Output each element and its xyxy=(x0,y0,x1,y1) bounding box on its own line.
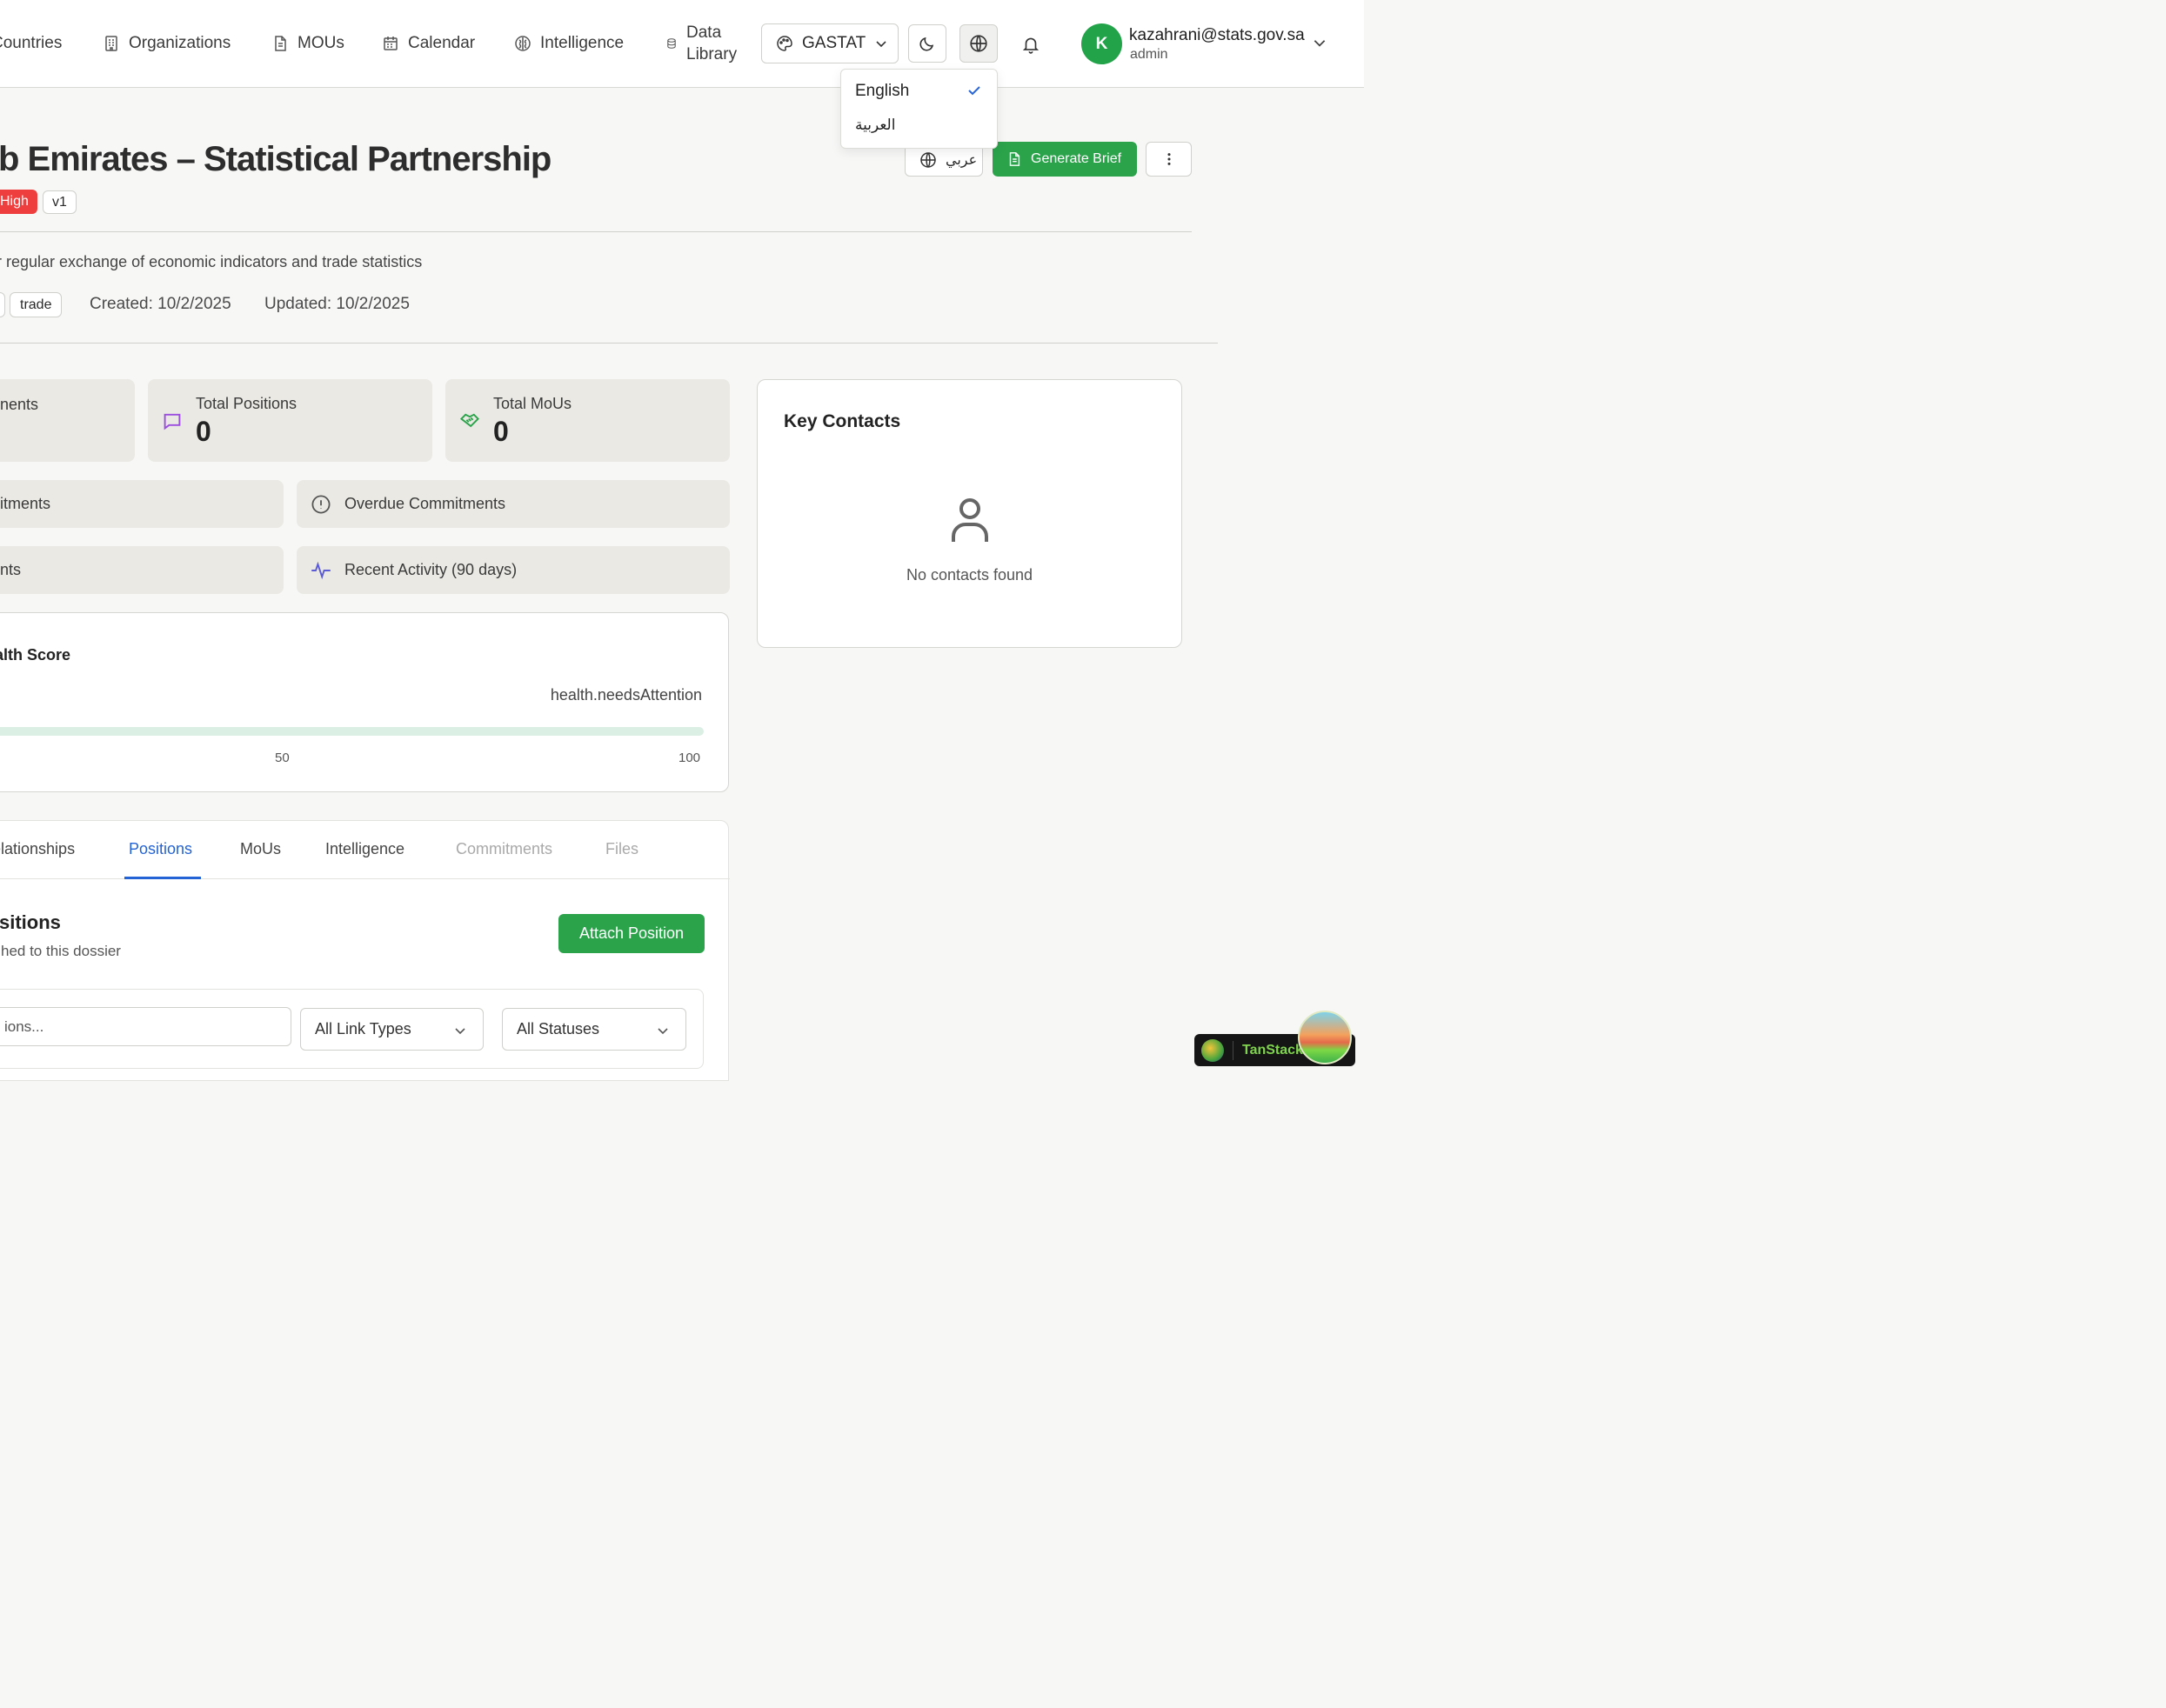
alert-circle-icon xyxy=(311,495,331,514)
chevron-down-icon xyxy=(658,1028,668,1035)
tab-positions[interactable]: Positions xyxy=(129,840,192,858)
key-contacts-card: Key Contacts No contacts found xyxy=(757,379,1182,648)
nav-data-library[interactable]: Data Library xyxy=(665,0,737,87)
nav-countries[interactable]: Countries xyxy=(0,0,62,87)
document-icon xyxy=(1009,152,1020,166)
language-toggle[interactable] xyxy=(959,24,998,63)
message-square-icon xyxy=(164,413,181,430)
calendar-icon xyxy=(384,37,398,50)
nav-label: Countries xyxy=(0,34,63,52)
arabic-label: عربي xyxy=(946,152,978,168)
link-type-select[interactable]: All Link Types xyxy=(300,1008,484,1051)
nav-label: Data Library xyxy=(686,23,738,63)
bell-icon xyxy=(1022,37,1040,54)
building-icon xyxy=(105,36,117,51)
theme-selector-button[interactable]: GASTAT xyxy=(761,23,899,63)
key-contacts-title: Key Contacts xyxy=(784,411,901,431)
stat-card-total-positions: Total Positions 0 xyxy=(148,379,432,462)
database-icon xyxy=(667,38,676,49)
check-icon xyxy=(968,86,980,96)
language-option-english[interactable]: English xyxy=(855,82,909,101)
no-contacts-message: No contacts found xyxy=(906,566,1033,584)
activity-icon xyxy=(311,561,331,580)
tag-chip xyxy=(0,292,5,317)
nav-label: MOUs xyxy=(297,34,344,52)
health-score-title: Health Score xyxy=(0,646,71,664)
more-vertical-icon xyxy=(1167,153,1171,165)
nav-mous[interactable]: MOUs xyxy=(271,0,344,87)
dark-mode-toggle[interactable] xyxy=(908,24,946,63)
positions-filter-bar: ions... All Link Types All Statuses xyxy=(0,989,704,1069)
user-icon xyxy=(952,498,988,542)
stat-card-documents: nents xyxy=(0,379,135,462)
positions-search-input[interactable]: ions... xyxy=(0,1007,291,1046)
more-options-button[interactable] xyxy=(1146,142,1192,177)
top-navigation-bar: Countries Organizations MOUs Calendar In… xyxy=(0,0,1364,88)
created-date: Created: 10/2/2025 xyxy=(90,295,231,313)
theme-label: GASTAT xyxy=(802,34,866,52)
health-status: health.needsAttention xyxy=(550,686,702,704)
tab-mous[interactable]: MoUs xyxy=(240,840,281,858)
brain-icon xyxy=(515,36,531,51)
stat-card-overdue-commitments: Overdue Commitments xyxy=(297,480,730,528)
health-progress-bar xyxy=(0,727,704,736)
language-dropdown-menu: English العربية xyxy=(840,69,998,149)
health-tick-mid: 50 xyxy=(275,751,290,765)
positions-section-title: sitions xyxy=(0,911,61,933)
tab-intelligence[interactable]: Intelligence xyxy=(325,840,404,858)
dossier-tabs-panel: elationships Positions MoUs Intelligence… xyxy=(0,820,730,1081)
devtools-floating-icon[interactable] xyxy=(1298,1011,1352,1064)
tab-files[interactable]: Files xyxy=(605,840,638,858)
priority-badge: High xyxy=(0,190,37,214)
link-type-value: All Link Types xyxy=(315,1020,411,1037)
tab-divider xyxy=(0,878,730,879)
tag-chip: trade xyxy=(10,292,63,317)
stat-card-total-mous: Total MoUs 0 xyxy=(445,379,730,462)
document-icon xyxy=(275,36,286,51)
language-option-arabic[interactable]: العربية xyxy=(855,117,895,134)
chevron-down-icon xyxy=(455,1028,465,1035)
handshake-icon xyxy=(459,413,479,428)
generate-brief-button[interactable]: Generate Brief xyxy=(993,142,1137,177)
dossier-title: b Emirates – Statistical Partnership xyxy=(0,140,552,178)
user-avatar[interactable]: K xyxy=(1081,23,1122,64)
nav-intelligence[interactable]: Intelligence xyxy=(514,0,624,87)
status-select[interactable]: All Statuses xyxy=(502,1008,686,1051)
nav-organizations[interactable]: Organizations xyxy=(103,0,231,87)
chevron-down-icon[interactable] xyxy=(1312,35,1327,50)
stat-card-commitments: itments xyxy=(0,480,284,528)
updated-date: Updated: 10/2/2025 xyxy=(264,295,410,313)
health-score-card: Health Score health.needsAttention 50 10… xyxy=(0,612,729,792)
stat-card-recent-activity: Recent Activity (90 days) xyxy=(297,546,730,594)
tab-relationships[interactable]: elationships xyxy=(0,840,75,858)
health-tick-max: 100 xyxy=(679,751,701,765)
palette-icon xyxy=(777,36,792,51)
positions-section-subtitle: hed to this dossier xyxy=(1,943,121,959)
nav-label: Intelligence xyxy=(540,34,625,52)
divider xyxy=(0,231,1192,232)
version-badge: v1 xyxy=(43,190,77,214)
stat-card-events: nts xyxy=(0,546,284,594)
tab-commitments[interactable]: Commitments xyxy=(456,840,552,858)
moon-icon xyxy=(919,37,934,51)
active-tab-indicator xyxy=(124,877,201,879)
globe-icon xyxy=(920,151,936,168)
divider xyxy=(0,343,1218,344)
attach-position-button[interactable]: Attach Position xyxy=(558,914,705,953)
chevron-down-icon xyxy=(876,41,886,48)
notifications-button[interactable] xyxy=(1018,31,1044,57)
globe-icon xyxy=(970,35,987,52)
dossier-description: r regular exchange of economic indicator… xyxy=(0,253,423,270)
status-value: All Statuses xyxy=(517,1020,600,1037)
tanstack-label: TanStack xyxy=(1242,1042,1303,1057)
nav-label: Organizations xyxy=(129,34,231,52)
nav-label: Calendar xyxy=(408,34,476,52)
user-email: kazahrani@stats.gov.sa xyxy=(1129,26,1305,44)
user-role: admin xyxy=(1130,47,1168,62)
generate-brief-label: Generate Brief xyxy=(1031,151,1122,166)
tanstack-logo-icon xyxy=(1201,1038,1224,1062)
nav-calendar[interactable]: Calendar xyxy=(382,0,475,87)
